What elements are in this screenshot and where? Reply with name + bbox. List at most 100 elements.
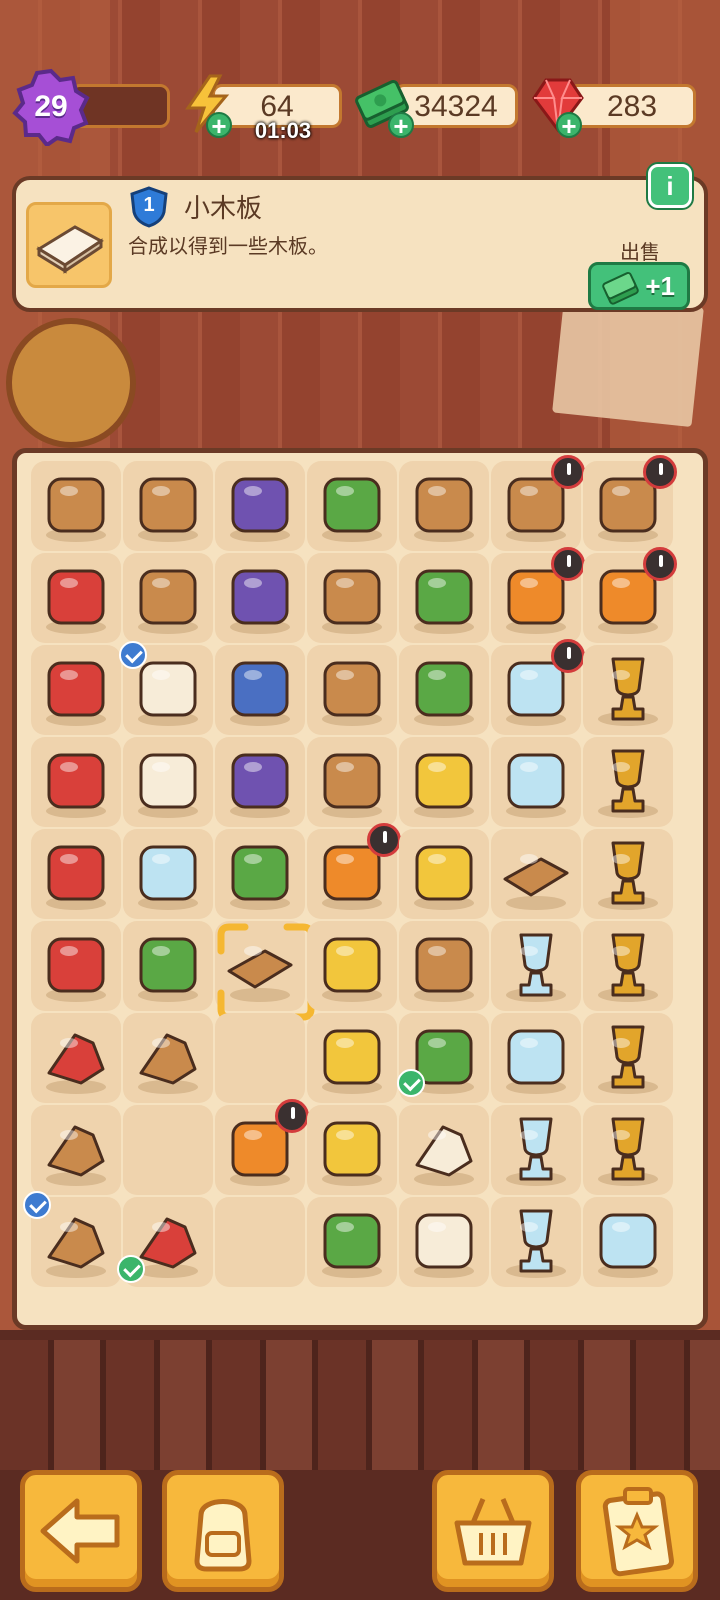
board-cell[interactable]: [117, 1197, 213, 1287]
board-cell[interactable]: [307, 1013, 397, 1103]
quest-button[interactable]: [576, 1470, 698, 1592]
board-cell[interactable]: [491, 1197, 581, 1287]
board-cell[interactable]: [399, 737, 489, 827]
garden-bag-icon: [414, 937, 474, 1002]
board-cell[interactable]: [583, 455, 677, 551]
board-cell[interactable]: [123, 921, 213, 1011]
energy-plus-icon[interactable]: +: [206, 112, 232, 139]
selection-frame: [217, 923, 315, 1021]
board-cell[interactable]: [491, 921, 581, 1011]
board-cell[interactable]: [583, 645, 673, 735]
cash-plus-icon[interactable]: +: [388, 112, 414, 139]
board-cell[interactable]: [399, 1105, 489, 1195]
board-cell[interactable]: [123, 553, 213, 643]
board-cell[interactable]: [491, 639, 585, 735]
board-cell[interactable]: [215, 737, 305, 827]
gem-plus-icon[interactable]: +: [556, 112, 582, 139]
board-cell[interactable]: [491, 829, 581, 919]
board-cell[interactable]: [583, 547, 677, 643]
board-cell[interactable]: [123, 829, 213, 919]
board-cell[interactable]: [583, 829, 673, 919]
board-cell[interactable]: [215, 921, 315, 1021]
board-cell[interactable]: [307, 737, 397, 827]
board-cell[interactable]: [491, 1105, 581, 1195]
sell-button[interactable]: +1: [588, 262, 690, 310]
red-tray-icon: [46, 937, 106, 1002]
board-cell-empty[interactable]: [215, 1013, 305, 1103]
backpack-icon: [194, 1499, 252, 1572]
board-cell-empty[interactable]: [123, 1105, 213, 1195]
board-cell[interactable]: [307, 461, 397, 551]
board-cell[interactable]: [23, 1191, 121, 1287]
board-cell[interactable]: [399, 645, 489, 735]
glass-shield-small-icon: [506, 1029, 566, 1094]
backpack-button[interactable]: [162, 1470, 284, 1592]
clock-icon: [551, 455, 585, 489]
paw-print-sign-icon: [138, 753, 198, 818]
info-button[interactable]: i: [648, 164, 692, 208]
gold-figure-trophy-icon: [598, 1025, 658, 1094]
board-cell[interactable]: [583, 921, 673, 1011]
board-cell[interactable]: [491, 455, 585, 551]
back-button[interactable]: [20, 1470, 142, 1592]
board-cell[interactable]: [399, 461, 489, 551]
board-cell[interactable]: [123, 1013, 213, 1103]
gold-pawn-trophy-icon: [598, 1117, 658, 1186]
shop-button[interactable]: [432, 1470, 554, 1592]
check-icon: [119, 641, 147, 669]
board-cell[interactable]: [307, 645, 397, 735]
board-cell[interactable]: [31, 921, 121, 1011]
board-cell[interactable]: [399, 1197, 489, 1287]
bench-workstation-icon: [414, 477, 474, 542]
board-cell[interactable]: [31, 1013, 121, 1103]
board-cell[interactable]: [215, 1099, 309, 1195]
clock-icon: [367, 823, 401, 857]
board-cell[interactable]: [307, 921, 397, 1011]
board-cell[interactable]: [399, 553, 489, 643]
board-cell[interactable]: [123, 461, 213, 551]
board-cell[interactable]: [583, 737, 673, 827]
board-cell[interactable]: [31, 645, 121, 735]
board-cell[interactable]: [31, 553, 121, 643]
basket-icon: [454, 1498, 532, 1566]
board-cell[interactable]: [491, 1013, 581, 1103]
board-cell[interactable]: [583, 1013, 673, 1103]
green-bush-icon: [138, 937, 198, 1002]
clipboard-star-icon: [602, 1487, 674, 1577]
board-cell[interactable]: [215, 645, 305, 735]
board-cell[interactable]: [583, 1197, 673, 1287]
board-cell-empty[interactable]: [215, 1197, 305, 1287]
board-cell[interactable]: [307, 553, 397, 643]
gem-counter[interactable]: 283: [568, 84, 696, 128]
board-cell[interactable]: [31, 737, 121, 827]
board-cell[interactable]: [215, 553, 305, 643]
board-cell[interactable]: [491, 547, 585, 643]
red-toolbox-open-icon: [46, 661, 106, 726]
board-cell[interactable]: [307, 1197, 397, 1287]
board-cell[interactable]: [31, 829, 121, 919]
water-bucket-icon: [414, 753, 474, 818]
background-medal: [6, 318, 136, 448]
board-cell[interactable]: [491, 737, 581, 827]
board-cell[interactable]: [399, 829, 489, 919]
item-thumbnail: [26, 202, 112, 288]
sprout-icon: [230, 845, 290, 910]
toolbox-cart-icon: [46, 477, 106, 542]
board-cell[interactable]: [31, 461, 121, 551]
board-cell[interactable]: [31, 1105, 121, 1195]
honey-jar-icon: [322, 1029, 382, 1094]
board-cell[interactable]: [399, 921, 489, 1011]
glass-star-small-icon: [598, 1213, 658, 1278]
board-cell[interactable]: [215, 461, 305, 551]
board-cell[interactable]: [307, 823, 401, 919]
honey-dipper-icon: [322, 937, 382, 1002]
board-cell[interactable]: [119, 641, 213, 735]
board-cell[interactable]: [215, 829, 305, 919]
glass-shield-trophy-icon: [506, 933, 566, 1002]
board-cell[interactable]: [583, 1105, 673, 1195]
board-cell[interactable]: [397, 1013, 489, 1103]
level-badge[interactable]: 29: [12, 68, 90, 148]
broken-pot-icon: [322, 753, 382, 818]
board-cell[interactable]: [307, 1105, 397, 1195]
board-cell[interactable]: [123, 737, 213, 827]
